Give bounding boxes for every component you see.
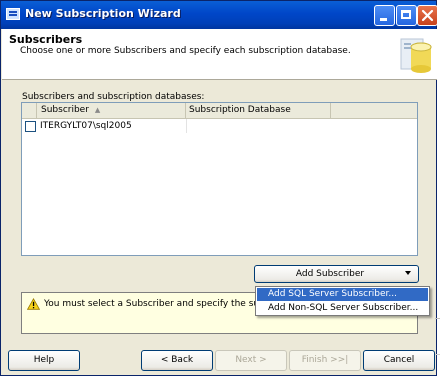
cancel-button[interactable]: Cancel xyxy=(363,350,435,371)
add-subscriber-menu: Add SQL Server Subscriber... Add Non-SQL… xyxy=(255,286,430,316)
add-subscriber-button[interactable]: Add Subscriber xyxy=(254,265,419,283)
back-button[interactable]: < Back xyxy=(141,350,213,371)
page-title: Subscribers xyxy=(9,33,83,46)
subscribers-grid[interactable]: Subscriber ▲ Subscription Database ITERGY… xyxy=(21,102,418,256)
wizard-app-icon xyxy=(6,8,20,20)
column-database-label: Subscription Database xyxy=(189,105,291,115)
menu-item-add-non-sql-server-subscriber[interactable]: Add Non-SQL Server Subscriber... xyxy=(257,302,428,315)
add-subscriber-label: Add Subscriber xyxy=(295,269,365,279)
help-button[interactable]: Help xyxy=(8,350,80,371)
background-divider xyxy=(435,354,440,355)
database-server-icon xyxy=(400,38,432,73)
close-icon xyxy=(421,9,434,22)
chevron-down-icon xyxy=(405,271,411,275)
wizard-header: Subscribers Choose one or more Subscribe… xyxy=(2,29,437,80)
column-header-subscriber[interactable]: Subscriber ▲ xyxy=(36,103,186,118)
next-button[interactable]: Next > xyxy=(215,350,287,371)
wizard-window: New Subscription Wizard Subscribers Choo… xyxy=(0,0,438,376)
grid-header: Subscriber ▲ Subscription Database xyxy=(22,103,417,119)
minimize-button[interactable] xyxy=(374,5,395,26)
finish-button[interactable]: Finish >>| xyxy=(289,350,361,371)
background-divider xyxy=(435,318,440,319)
page-subtitle: Choose one or more Subscribers and speci… xyxy=(20,46,351,56)
title-bar[interactable]: New Subscription Wizard xyxy=(1,1,438,29)
warning-icon xyxy=(27,298,40,310)
column-header-subscription-database[interactable]: Subscription Database xyxy=(186,103,331,118)
subscriber-cell: ITERGYLT07\sql2005 xyxy=(40,121,132,131)
subscriber-checkbox[interactable] xyxy=(25,121,36,132)
window-title: New Subscription Wizard xyxy=(25,7,181,20)
column-subscriber-label: Subscriber xyxy=(41,105,89,115)
subscription-database-cell[interactable] xyxy=(186,119,332,133)
table-row[interactable]: ITERGYLT07\sql2005 xyxy=(22,119,331,133)
maximize-button[interactable] xyxy=(396,5,417,26)
menu-item-add-sql-server-subscriber[interactable]: Add SQL Server Subscriber... xyxy=(257,288,428,301)
subscribers-label: Subscribers and subscription databases: xyxy=(22,92,205,102)
close-button[interactable] xyxy=(417,5,438,26)
sort-ascending-icon: ▲ xyxy=(94,106,101,114)
